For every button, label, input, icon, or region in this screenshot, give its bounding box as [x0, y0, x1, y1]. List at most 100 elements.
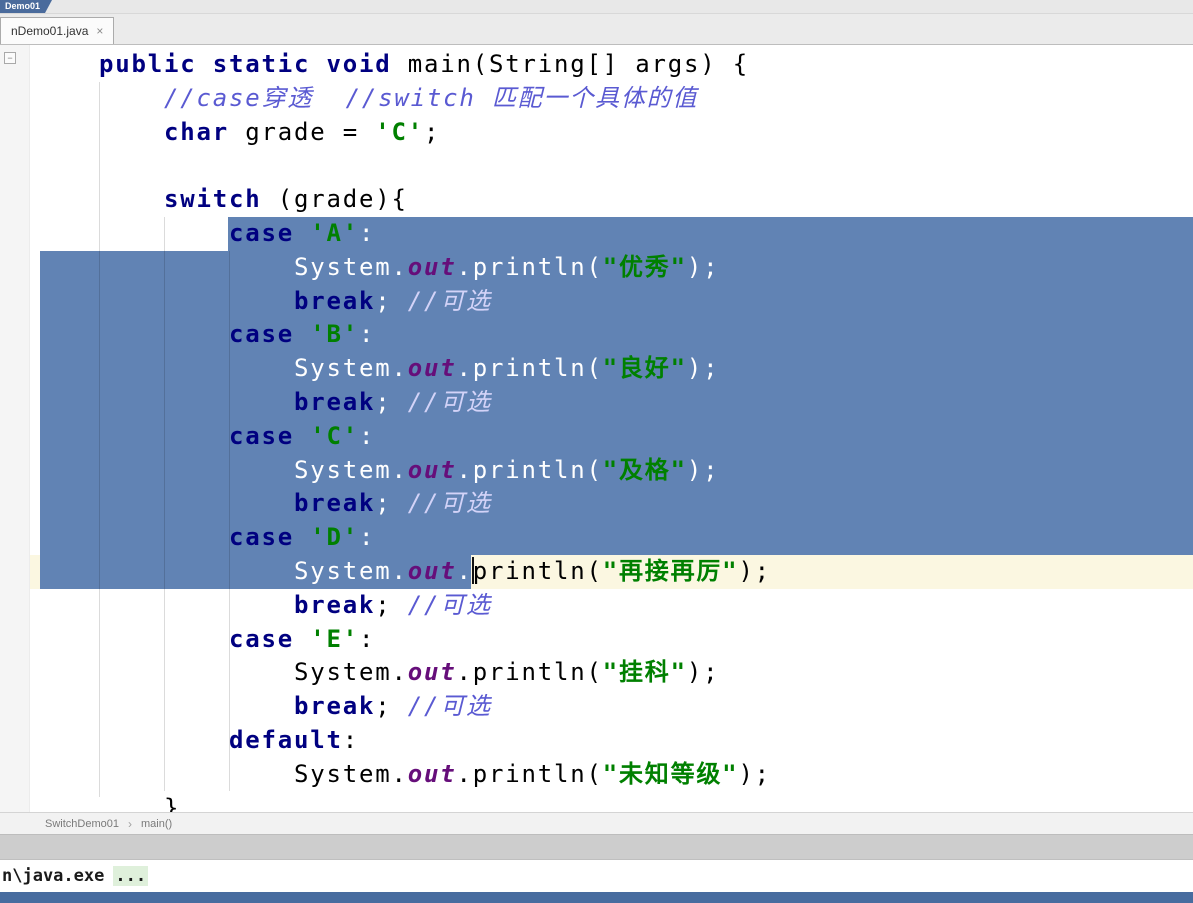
code-token: void	[326, 50, 392, 78]
code-token: grade =	[229, 117, 376, 146]
code-token: }	[34, 793, 181, 812]
tab-label: nDemo01.java	[11, 24, 89, 38]
code-line[interactable]: public static void main(String[] args) {	[30, 48, 1193, 82]
editor-tab-bar: nDemo01.java ×	[0, 14, 1193, 45]
code-token: .println(	[456, 354, 603, 383]
code-token: switch	[164, 185, 262, 214]
code-token: .println(	[456, 252, 603, 281]
code-line[interactable]: break; //可选	[30, 690, 1193, 724]
code-line[interactable]: case 'E':	[30, 623, 1193, 657]
code-token: //可选	[407, 387, 492, 416]
code-token: out	[407, 759, 457, 788]
breadcrumb-item-class[interactable]: SwitchDemo01	[45, 818, 119, 830]
code-token: System.	[34, 556, 408, 585]
code-token: 'C'	[310, 421, 359, 450]
code-line[interactable]: break; //可选	[30, 589, 1193, 623]
code-token: break	[294, 590, 376, 619]
code-token: System.	[34, 354, 408, 383]
console-selected-row[interactable]	[0, 892, 1193, 903]
fold-icon[interactable]: −	[4, 52, 16, 64]
code-lines[interactable]: public static void main(String[] args) {…	[30, 48, 1193, 812]
editor-gutter[interactable]: −	[0, 45, 30, 812]
code-token: );	[686, 252, 720, 281]
code-token: );	[686, 658, 720, 687]
code-token: out	[407, 252, 457, 281]
code-line[interactable]: //case穿透 //switch 匹配一个具体的值	[30, 82, 1193, 116]
breadcrumb: SwitchDemo01 › main()	[0, 812, 1193, 834]
code-line[interactable]: char grade = 'C';	[30, 116, 1193, 150]
editor-pane[interactable]: − public static void main(String[] args)…	[0, 45, 1193, 812]
chevron-right-icon: ›	[127, 816, 132, 831]
code-token: case	[229, 421, 294, 450]
code-line[interactable]: System.out.println("良好");	[30, 352, 1193, 386]
code-token: .println(	[456, 759, 603, 788]
code-token: ;	[375, 590, 408, 619]
console-ellipsis: ...	[113, 866, 149, 886]
code-token: 'D'	[310, 523, 359, 552]
code-token: ;	[424, 117, 441, 146]
code-token: .println(	[456, 455, 603, 484]
code-token: out	[407, 658, 457, 687]
code-token: :	[359, 218, 376, 247]
code-line[interactable]: System.out.println("优秀");	[30, 250, 1193, 285]
code-line[interactable]	[30, 149, 1193, 183]
code-token: public	[99, 50, 197, 78]
code-token: break	[294, 489, 376, 518]
console-output-line[interactable]: n\java.exe ...	[0, 860, 1193, 892]
code-token: out	[407, 556, 457, 585]
code-token: 'B'	[310, 320, 359, 349]
code-line[interactable]: System.out.println("未知等级");	[30, 758, 1193, 792]
code-line[interactable]: }	[30, 792, 1193, 812]
code-token: System.	[34, 455, 408, 484]
code-token: :	[359, 624, 376, 653]
code-line[interactable]: System.out.println("挂科");	[30, 656, 1193, 690]
code-token: //可选	[407, 590, 492, 619]
breadcrumb-item-method[interactable]: main()	[141, 818, 172, 830]
code-line[interactable]: System.out.println("再接再厉");	[30, 554, 1193, 589]
code-line[interactable]: case 'A':	[30, 216, 1193, 251]
code-token: System.	[34, 658, 408, 687]
code-token: :	[359, 523, 376, 552]
code-token: out	[407, 455, 457, 484]
code-token: );	[738, 556, 771, 585]
code-token: case	[229, 523, 294, 552]
code-line[interactable]: break; //可选	[30, 487, 1193, 522]
nav-breadcrumb-bar: Demo01	[0, 0, 1193, 14]
code-token: break	[294, 692, 376, 721]
code-token: System.	[34, 759, 408, 788]
code-line[interactable]: case 'C':	[30, 419, 1193, 454]
code-line[interactable]: case 'B':	[30, 318, 1193, 353]
code-line[interactable]: break; //可选	[30, 385, 1193, 420]
breadcrumb-item-file[interactable]: Demo01	[0, 0, 52, 13]
code-token: char	[164, 117, 229, 146]
tab-switchdemo01[interactable]: nDemo01.java ×	[0, 17, 115, 44]
code-token: ;	[375, 489, 408, 518]
code-line[interactable]: break; //可选	[30, 284, 1193, 319]
code-token: //可选	[407, 489, 492, 518]
code-line[interactable]: default:	[30, 724, 1193, 758]
code-token: "再接再厉"	[602, 556, 739, 585]
code-line[interactable]: switch (grade){	[30, 183, 1193, 217]
code-line[interactable]: case 'D':	[30, 521, 1193, 555]
code-token: break	[294, 286, 376, 315]
code-token: 'E'	[310, 624, 359, 653]
code-token: "及格"	[602, 455, 687, 484]
code-token: 'C'	[375, 117, 424, 146]
code-line[interactable]: System.out.println("及格");	[30, 453, 1193, 488]
panel-splitter[interactable]	[0, 834, 1193, 860]
code-token: case	[229, 320, 294, 349]
close-icon[interactable]: ×	[96, 25, 103, 37]
code-token: //case穿透 //switch 匹配一个具体的值	[164, 83, 699, 112]
code-token: //可选	[407, 286, 492, 315]
